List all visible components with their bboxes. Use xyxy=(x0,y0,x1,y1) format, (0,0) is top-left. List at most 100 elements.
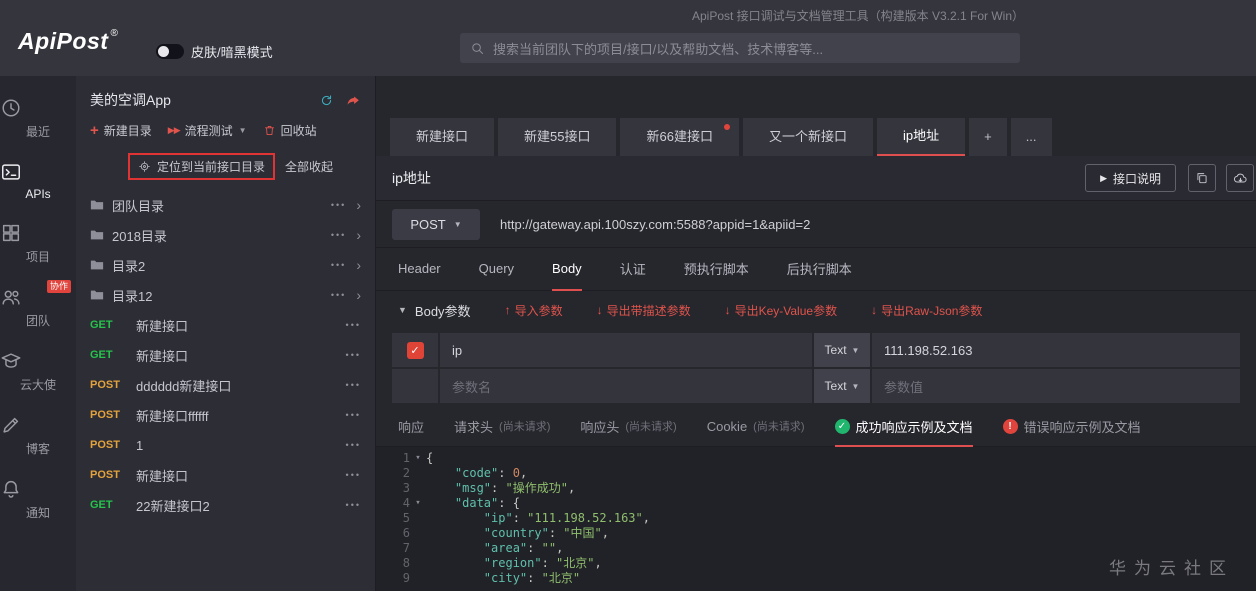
new-directory-button[interactable]: + 新建目录 xyxy=(90,122,152,139)
export-keyvalue-params-link[interactable]: ↓ 导出Key-Value参数 xyxy=(725,302,837,319)
refresh-icon[interactable] xyxy=(319,93,334,108)
chevron-right-icon[interactable]: › xyxy=(356,228,361,242)
response-tab[interactable]: ✓ 成功响应示例及文档 xyxy=(834,407,973,447)
api-row[interactable]: GET 新建接口 ••• xyxy=(76,340,375,370)
response-tab[interactable]: 响应 xyxy=(398,407,424,447)
request-tab[interactable]: Query xyxy=(479,248,514,291)
request-tab[interactable]: 预执行脚本 xyxy=(684,248,749,291)
more-icon[interactable]: ••• xyxy=(331,230,346,240)
more-icon[interactable]: ••• xyxy=(346,410,361,420)
api-tab-label: ip地址 xyxy=(902,128,940,143)
response-tab[interactable]: Cookie (尚未请求) xyxy=(707,407,805,447)
request-tab[interactable]: Header xyxy=(398,248,441,291)
copy-button[interactable] xyxy=(1188,164,1216,192)
request-tab[interactable]: Body xyxy=(552,248,582,291)
api-row[interactable]: POST dddddd新建接口 ••• xyxy=(76,370,375,400)
param-type-select[interactable]: Text ▼ xyxy=(814,369,870,403)
new-tab-button[interactable]: + xyxy=(969,118,1007,156)
share-icon[interactable] xyxy=(346,93,361,108)
global-search-input[interactable]: 搜索当前团队下的项目/接口/以及帮助文档、技术博客等... xyxy=(460,33,1020,63)
param-name-input[interactable]: ip xyxy=(440,333,812,367)
folder-row[interactable]: 团队目录 ••• › xyxy=(76,190,375,220)
import-params-link[interactable]: ↑ 导入参数 xyxy=(505,302,563,319)
export-desc-params-link[interactable]: ↓ 导出带描述参数 xyxy=(597,302,691,319)
response-tab-label: 成功响应示例及文档 xyxy=(855,419,973,435)
more-icon[interactable]: ••• xyxy=(346,380,361,390)
param-value-input[interactable]: 111.198.52.163 xyxy=(872,333,1240,367)
collapse-all-button[interactable]: 全部收起 xyxy=(285,158,333,175)
api-title: ip地址 xyxy=(392,170,431,186)
api-doc-label: 接口说明 xyxy=(1112,171,1161,186)
api-row[interactable]: GET 22新建接口2 ••• xyxy=(76,490,375,520)
success-icon: ✓ xyxy=(834,418,850,434)
chevron-right-icon[interactable]: › xyxy=(356,198,361,212)
more-icon[interactable]: ••• xyxy=(331,260,346,270)
more-icon[interactable]: ••• xyxy=(346,440,361,450)
method-select[interactable]: POST ▼ xyxy=(392,208,480,240)
nav-item-label: 项目 xyxy=(25,250,50,264)
folder-row[interactable]: 2018目录 ••• › xyxy=(76,220,375,250)
api-doc-button[interactable]: ▶ 接口说明 xyxy=(1085,164,1176,192)
response-tab[interactable]: 请求头 (尚未请求) xyxy=(454,407,550,447)
api-tab[interactable]: 新建接口 xyxy=(390,118,495,156)
nav-item-recent[interactable]: 最近 xyxy=(0,86,76,150)
code-line: 8 "region": "北京", xyxy=(376,556,1256,571)
nav-item-label: 最近 xyxy=(25,125,50,139)
api-row[interactable]: POST 新建接口 ••• xyxy=(76,460,375,490)
fold-icon[interactable]: ▾ xyxy=(410,451,426,466)
request-tab[interactable]: 后执行脚本 xyxy=(787,248,852,291)
body-params-title[interactable]: ▼ Body参数 xyxy=(398,301,471,320)
grid-icon xyxy=(0,222,76,244)
chevron-right-icon[interactable]: › xyxy=(356,258,361,272)
more-icon[interactable]: ••• xyxy=(346,350,361,360)
more-icon[interactable]: ••• xyxy=(331,290,346,300)
line-number: 7 xyxy=(402,541,410,555)
api-row[interactable]: GET 新建接口 ••• xyxy=(76,310,375,340)
locate-current-directory-button[interactable]: 定位到当前接口目录 xyxy=(128,153,276,180)
nav-item-apis[interactable]: APIs xyxy=(0,150,76,211)
response-tab-note: (尚未请求) xyxy=(499,421,551,433)
theme-toggle[interactable]: 皮肤/暗黑模式 xyxy=(156,42,273,61)
param-checkbox[interactable]: ✓ xyxy=(406,341,424,359)
api-tab[interactable]: 又一个新接口 xyxy=(742,118,873,156)
request-row: POST ▼ http://gateway.api.100szy.com:558… xyxy=(376,201,1256,248)
response-code-editor[interactable]: 1 ▾{2 "code": 0, 3 "msg": "操作成功", 4 ▾ "data"… xyxy=(376,447,1256,591)
param-check-cell xyxy=(392,369,438,403)
more-tabs-button[interactable]: ... xyxy=(1010,118,1052,156)
request-url-input[interactable]: http://gateway.api.100szy.com:5588?appid… xyxy=(500,217,810,232)
nav-item-team[interactable]: 团队 协作 xyxy=(0,275,76,339)
folder-row[interactable]: 目录12 ••• › xyxy=(76,280,375,310)
cloud-save-button[interactable] xyxy=(1226,164,1254,192)
more-icon[interactable]: ••• xyxy=(331,200,346,210)
body-params-table: ✓ ip Text ▼ 111.198.52.163 参数名 Text ▼ 参数值 xyxy=(376,329,1256,405)
export-rawjson-params-link[interactable]: ↓ 导出Raw-Json参数 xyxy=(871,302,982,319)
response-tab[interactable]: ! 错误响应示例及文档 xyxy=(1002,407,1141,447)
api-row[interactable]: POST 1 ••• xyxy=(76,430,375,460)
param-type-select[interactable]: Text ▼ xyxy=(814,333,870,367)
nav-item-projects[interactable]: 项目 xyxy=(0,211,76,275)
line-number: 8 xyxy=(402,556,410,570)
more-icon[interactable]: ••• xyxy=(346,320,361,330)
nav-item-notice[interactable]: 通知 xyxy=(0,467,76,531)
api-tab[interactable]: 新66建接口 xyxy=(620,118,739,156)
request-tab[interactable]: 认证 xyxy=(620,248,646,291)
nav-item-blog[interactable]: 博客 xyxy=(0,403,76,467)
response-tab[interactable]: 响应头 (尚未请求) xyxy=(580,407,676,447)
nav-item-ambassador[interactable]: 云大使 xyxy=(0,339,76,403)
api-tab[interactable]: 新建55接口 xyxy=(498,118,617,156)
api-row[interactable]: POST 新建接口ffffff ••• xyxy=(76,400,375,430)
project-name[interactable]: 美的空调App xyxy=(90,90,309,110)
apipost-app: ApiPost 接口调试与文档管理工具（构建版本 V3.2.1 For Win）… xyxy=(0,0,1256,591)
recycle-bin-button[interactable]: 回收站 xyxy=(263,122,317,139)
folder-row[interactable]: 目录2 ••• › xyxy=(76,250,375,280)
more-icon[interactable]: ••• xyxy=(346,500,361,510)
chevron-right-icon[interactable]: › xyxy=(356,288,361,302)
ambassador-icon xyxy=(0,350,76,372)
param-value-input[interactable]: 参数值 xyxy=(872,369,1240,403)
fold-icon[interactable]: ▾ xyxy=(410,496,426,511)
more-icon[interactable]: ••• xyxy=(346,470,361,480)
param-name-input[interactable]: 参数名 xyxy=(440,369,812,403)
flow-test-button[interactable]: ▶▶ 流程测试 ▼ xyxy=(168,122,247,139)
api-tab[interactable]: ip地址 xyxy=(876,118,966,156)
